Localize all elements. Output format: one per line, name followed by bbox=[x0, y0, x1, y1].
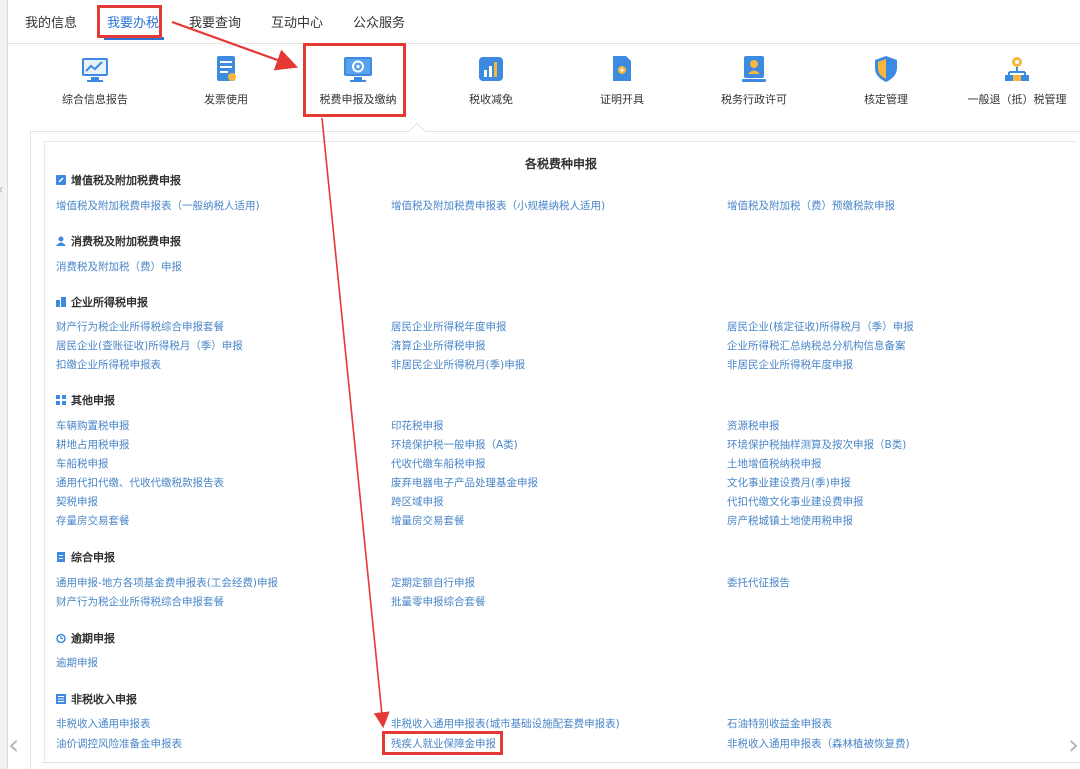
license-person-icon bbox=[742, 56, 766, 82]
menu-tax-reduction[interactable]: 税收减免 bbox=[431, 54, 551, 107]
location-pin-icon bbox=[1005, 57, 1029, 81]
link-cit-5[interactable]: 企业所得税汇总纳税总分机构信息备案 bbox=[727, 339, 906, 353]
section-consumption-tax: 消费税及附加税费申报 bbox=[56, 233, 181, 249]
link-nontax-5[interactable]: 非税收入通用申报表（森林植被恢复费) bbox=[727, 737, 910, 751]
panel-title: 各税费种申报 bbox=[524, 157, 597, 171]
tab-my-info[interactable]: 我的信息 bbox=[25, 14, 77, 34]
section-corporate-income-tax: 企业所得税申报 bbox=[56, 294, 148, 310]
top-navigation: 我的信息 我要办税 我要查询 互动中心 公众服务 bbox=[8, 0, 1080, 44]
invoice-icon bbox=[217, 56, 236, 81]
grid-icon bbox=[56, 395, 66, 405]
declaration-panel: 各税费种申报 增值税及附加税费申报 增值税及附加税费申报表（一般纳税人适用) 增… bbox=[30, 122, 1080, 769]
link-comp-3[interactable]: 财产行为税企业所得税综合申报套餐 bbox=[56, 595, 224, 609]
link-comp-4[interactable]: 批量零申报综合套餐 bbox=[391, 595, 486, 609]
highlight-tab-box bbox=[97, 5, 162, 38]
link-vat-general[interactable]: 增值税及附加税费申报表（一般纳税人适用) bbox=[56, 199, 260, 213]
link-vat-small-scale[interactable]: 增值税及附加税费申报表（小规模纳税人适用) bbox=[391, 199, 605, 213]
tab-interaction-center[interactable]: 互动中心 bbox=[271, 14, 323, 34]
link-other-8[interactable]: 土地增值税纳税申报 bbox=[727, 457, 822, 471]
main-frame: 我的信息 我要办税 我要查询 互动中心 公众服务 综合信息报告 发票使用 税费申… bbox=[7, 0, 1080, 769]
list-icon bbox=[56, 694, 66, 704]
shield-icon bbox=[875, 56, 897, 82]
tab-public-service[interactable]: 公众服务 bbox=[353, 14, 405, 34]
link-cit-4[interactable]: 清算企业所得税申报 bbox=[391, 339, 486, 353]
section-overdue: 逾期申报 bbox=[56, 630, 115, 646]
link-cit-3[interactable]: 居民企业(查账征收)所得税月（季）申报 bbox=[56, 339, 243, 353]
highlight-filing-box bbox=[303, 43, 406, 117]
document-icon bbox=[57, 552, 65, 562]
link-nontax-0[interactable]: 非税收入通用申报表 bbox=[56, 717, 151, 731]
menu-invoice-use[interactable]: 发票使用 bbox=[166, 54, 286, 107]
link-other-9[interactable]: 通用代扣代缴、代收代缴税款报告表 bbox=[56, 476, 224, 490]
menu-tax-refund-management[interactable]: 一般退（抵）税管理 bbox=[957, 54, 1077, 107]
menu-certificate[interactable]: 证明开具 bbox=[562, 54, 682, 107]
link-other-6[interactable]: 车船税申报 bbox=[56, 457, 109, 471]
link-other-10[interactable]: 废弃电器电子产品处理基金申报 bbox=[391, 476, 538, 490]
highlight-fund-link-box bbox=[382, 731, 503, 755]
link-comp-0[interactable]: 通用申报-地方各项基金费申报表(工会经费)申报 bbox=[56, 576, 278, 590]
section-other: 其他申报 bbox=[56, 392, 115, 408]
link-vat-prepaid[interactable]: 增值税及附加税（费）预缴税款申报 bbox=[727, 199, 895, 213]
link-cit-1[interactable]: 居民企业所得税年度申报 bbox=[391, 320, 507, 334]
link-cit-2[interactable]: 居民企业(核定征收)所得税月（季）申报 bbox=[727, 320, 914, 334]
section-comprehensive: 综合申报 bbox=[56, 549, 115, 565]
link-nontax-3[interactable]: 油价调控风险准备金申报表 bbox=[56, 737, 182, 751]
prev-arrow-icon[interactable]: ‹ bbox=[8, 728, 19, 761]
link-other-2[interactable]: 资源税申报 bbox=[727, 419, 780, 433]
link-comp-1[interactable]: 定期定额自行申报 bbox=[391, 576, 475, 590]
person-icon bbox=[56, 236, 66, 246]
certificate-icon bbox=[613, 56, 631, 81]
link-comp-2[interactable]: 委托代征报告 bbox=[727, 576, 790, 590]
link-cit-7[interactable]: 非居民企业所得税月(季)申报 bbox=[391, 358, 525, 372]
link-other-5[interactable]: 环境保护税抽样测算及按次申报（B类) bbox=[727, 438, 906, 452]
link-cit-6[interactable]: 扣缴企业所得税申报表 bbox=[56, 358, 161, 372]
bottom-strip bbox=[42, 762, 1080, 769]
link-nontax-1[interactable]: 非税收入通用申报表(城市基础设施配套费申报表) bbox=[391, 717, 620, 731]
chart-monitor-icon bbox=[82, 58, 108, 82]
building-icon bbox=[56, 297, 66, 307]
section-vat: 增值税及附加税费申报 bbox=[56, 172, 181, 188]
link-overdue[interactable]: 逾期申报 bbox=[56, 656, 98, 670]
link-other-11[interactable]: 文化事业建设费月(季)申报 bbox=[727, 476, 851, 490]
link-other-13[interactable]: 跨区域申报 bbox=[391, 495, 444, 509]
link-other-3[interactable]: 耕地占用税申报 bbox=[56, 438, 130, 452]
link-other-1[interactable]: 印花税申报 bbox=[391, 419, 444, 433]
tab-query[interactable]: 我要查询 bbox=[189, 14, 241, 34]
link-other-0[interactable]: 车辆购置税申报 bbox=[56, 419, 130, 433]
section-non-tax-revenue: 非税收入申报 bbox=[56, 691, 137, 707]
link-other-7[interactable]: 代收代缴车船税申报 bbox=[391, 457, 486, 471]
link-other-15[interactable]: 存量房交易套餐 bbox=[56, 514, 130, 528]
link-consumption-tax[interactable]: 消费税及附加税（费）申报 bbox=[56, 260, 182, 274]
next-arrow-icon[interactable]: › bbox=[1068, 728, 1079, 761]
link-other-12[interactable]: 契税申报 bbox=[56, 495, 98, 509]
menu-administrative-license[interactable]: 税务行政许可 bbox=[694, 54, 814, 107]
link-cit-0[interactable]: 财产行为税企业所得税综合申报套餐 bbox=[56, 320, 224, 334]
edit-icon bbox=[56, 175, 66, 185]
link-nontax-2[interactable]: 石油特别收益金申报表 bbox=[727, 717, 832, 731]
menu-verification-management[interactable]: 核定管理 bbox=[826, 54, 946, 107]
bar-chart-icon bbox=[479, 57, 503, 81]
link-other-17[interactable]: 房产税城镇土地使用税申报 bbox=[727, 514, 853, 528]
alarm-clock-icon bbox=[56, 633, 66, 643]
declaration-inner: 各税费种申报 增值税及附加税费申报 增值税及附加税费申报表（一般纳税人适用) 增… bbox=[44, 141, 1076, 761]
collapse-arrow-icon[interactable]: ‹ bbox=[0, 182, 4, 198]
link-other-14[interactable]: 代扣代缴文化事业建设费申报 bbox=[727, 495, 864, 509]
function-icon-row: 综合信息报告 发票使用 税费申报及缴纳 税收减免 证明开具 税务行政许可 核定管… bbox=[8, 44, 1080, 130]
link-other-4[interactable]: 环境保护税一般申报（A类) bbox=[391, 438, 518, 452]
link-cit-8[interactable]: 非居民企业所得税年度申报 bbox=[727, 358, 853, 372]
menu-comprehensive-report[interactable]: 综合信息报告 bbox=[35, 54, 155, 107]
link-other-16[interactable]: 增量房交易套餐 bbox=[391, 514, 465, 528]
